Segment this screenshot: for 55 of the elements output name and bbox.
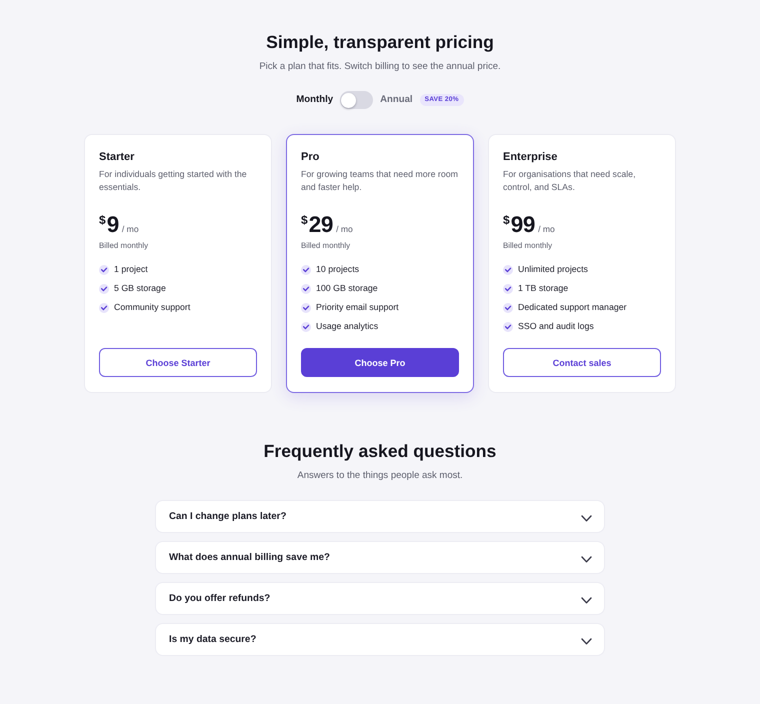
plan-button[interactable]: Contact sales <box>503 348 661 377</box>
chevron-down-icon <box>581 556 592 563</box>
currency-symbol: $ <box>503 212 510 226</box>
faq-title: Frequently asked questions <box>264 440 496 462</box>
currency-symbol: $ <box>301 212 308 226</box>
price-amount: 99 <box>510 212 536 236</box>
feature-text: Priority email support <box>316 302 399 313</box>
faq-question[interactable]: What does annual billing save me? <box>155 541 605 574</box>
plan-description: For organisations that need scale, control, and SLAs. <box>503 168 637 194</box>
price-amount: 9 <box>106 212 119 236</box>
price-period: / mo <box>122 224 139 234</box>
price-period: / mo <box>538 224 555 234</box>
faq-subtitle: Answers to the things people ask most. <box>297 470 463 482</box>
billing-option-label[interactable]: Annual <box>380 94 413 106</box>
feature-text: 1 project <box>114 264 148 275</box>
feature-text: 1 TB storage <box>518 283 568 294</box>
check-icon <box>503 302 513 312</box>
plan-name: Enterprise <box>503 150 558 164</box>
page-title: Simple, transparent pricing <box>266 31 494 53</box>
feature-text: Unlimited projects <box>518 264 588 275</box>
chevron-down-icon <box>581 597 592 604</box>
chevron-down-icon <box>581 638 592 645</box>
plan-button[interactable]: Choose Starter <box>99 348 257 377</box>
plan-description: For growing teams that need more room and faster help. <box>301 168 459 194</box>
faq-question[interactable]: Do you offer refunds? <box>155 582 605 615</box>
check-icon <box>301 264 311 274</box>
feature-text: 5 GB storage <box>114 283 166 294</box>
currency-symbol: $ <box>99 212 106 226</box>
plan-button[interactable]: Choose Pro <box>301 348 459 377</box>
feature-text: 10 projects <box>316 264 360 275</box>
feature-text: Usage analytics <box>316 321 378 332</box>
check-icon <box>301 284 311 294</box>
feature-text: Dedicated support manager <box>518 302 627 313</box>
faq-question[interactable]: Is my data secure? <box>155 623 605 656</box>
check-icon <box>99 302 109 312</box>
chevron-down-icon <box>581 515 592 522</box>
check-icon <box>503 264 513 274</box>
price-period: / mo <box>336 224 353 234</box>
feature-text: 100 GB storage <box>316 283 378 294</box>
feature-text: Community support <box>114 302 190 313</box>
plan-name: Starter <box>99 150 136 164</box>
plan-name: Pro <box>301 150 320 164</box>
feature-text: SSO and audit logs <box>518 321 594 332</box>
billing-toggle[interactable] <box>340 91 374 109</box>
check-icon <box>99 284 109 294</box>
price-amount: 29 <box>308 212 334 236</box>
check-icon <box>503 322 513 332</box>
check-icon <box>503 284 513 294</box>
plan-description: For individuals getting started with the essentials. <box>99 168 248 194</box>
billing-option-label[interactable]: Monthly <box>296 94 334 106</box>
check-icon <box>99 264 109 274</box>
check-icon <box>301 302 311 312</box>
page-subtitle: Pick a plan that fits. Switch billing to see the annual price. <box>259 61 501 73</box>
faq-question[interactable]: Can I change plans later? <box>155 500 605 533</box>
check-icon <box>301 322 311 332</box>
